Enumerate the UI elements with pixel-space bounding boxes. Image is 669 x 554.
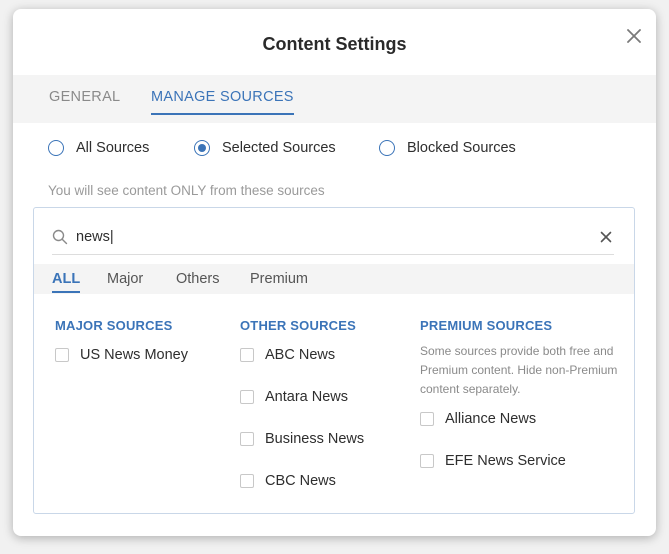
source-item-efe-news-service[interactable]: EFE News Service xyxy=(420,451,620,471)
source-checkbox[interactable] xyxy=(240,432,254,446)
source-item-cbc-news[interactable]: CBC News xyxy=(240,471,364,491)
radio-label: Blocked Sources xyxy=(407,140,516,156)
source-label: US News Money xyxy=(80,347,188,363)
radio-circle xyxy=(379,140,395,156)
tab-manage-sources-label: MANAGE SOURCES xyxy=(151,89,294,105)
source-label: Antara News xyxy=(265,389,349,405)
source-mode-hint: You will see content ONLY from these sou… xyxy=(48,183,325,198)
radio-dot xyxy=(198,144,206,152)
major-sources-heading: MAJOR SOURCES xyxy=(55,318,173,333)
source-label: Business News xyxy=(265,431,365,447)
filter-tab-bar: ALL Major Others Premium xyxy=(34,264,634,294)
sources-panel: ALL Major Others Premium MAJOR SOURCES U… xyxy=(33,207,635,514)
tab-manage-sources[interactable]: MANAGE SOURCES xyxy=(151,89,294,115)
radio-label: All Sources xyxy=(76,140,150,156)
active-filter-indicator xyxy=(52,291,81,293)
major-sources-column: MAJOR SOURCES US News Money xyxy=(55,318,188,387)
settings-tab-bar: GENERAL MANAGE SOURCES xyxy=(13,75,656,123)
source-item-us-news-money[interactable]: US News Money xyxy=(55,345,188,365)
source-checkbox[interactable] xyxy=(420,454,434,468)
other-sources-column: OTHER SOURCES ABC News Antara News Busin… xyxy=(240,318,364,513)
radio-label: Selected Sources xyxy=(222,140,336,156)
source-checkbox[interactable] xyxy=(240,390,254,404)
other-sources-heading: OTHER SOURCES xyxy=(240,318,357,333)
close-button[interactable] xyxy=(624,26,644,46)
source-mode-radio-group: All Sources Selected Sources Blocked Sou… xyxy=(13,140,656,162)
radio-circle xyxy=(48,140,64,156)
source-checkbox[interactable] xyxy=(240,474,254,488)
filter-tab-all[interactable]: ALL xyxy=(52,271,81,293)
source-label: EFE News Service xyxy=(445,453,566,469)
active-tab-indicator xyxy=(151,113,294,115)
filter-tab-major[interactable]: Major xyxy=(107,271,143,287)
source-item-abc-news[interactable]: ABC News xyxy=(240,345,364,365)
search-input[interactable] xyxy=(76,226,576,248)
source-item-antara-news[interactable]: Antara News xyxy=(240,387,364,407)
filter-tab-all-label: ALL xyxy=(52,271,81,287)
premium-sources-description: Some sources provide both free and Premi… xyxy=(420,344,618,396)
radio-selected-sources[interactable]: Selected Sources xyxy=(194,140,336,156)
source-checkbox[interactable] xyxy=(420,412,434,426)
radio-all-sources[interactable]: All Sources xyxy=(48,140,149,156)
premium-sources-column: PREMIUM SOURCES Some sources provide bot… xyxy=(420,318,620,493)
filter-tab-premium[interactable]: Premium xyxy=(250,271,308,287)
content-settings-dialog: Content Settings GENERAL MANAGE SOURCES … xyxy=(13,9,656,536)
close-icon xyxy=(627,29,641,43)
filter-tab-others[interactable]: Others xyxy=(176,271,220,287)
tab-general[interactable]: GENERAL xyxy=(49,89,120,105)
source-item-business-news[interactable]: Business News xyxy=(240,429,364,449)
search-bar xyxy=(52,222,614,255)
search-icon xyxy=(52,229,68,245)
radio-blocked-sources[interactable]: Blocked Sources xyxy=(379,140,516,156)
source-label: ABC News xyxy=(265,347,336,363)
source-label: CBC News xyxy=(265,473,336,489)
source-checkbox[interactable] xyxy=(55,348,69,362)
source-item-alliance-news[interactable]: Alliance News xyxy=(420,409,620,429)
dialog-title: Content Settings xyxy=(262,34,407,54)
premium-sources-heading: PREMIUM SOURCES xyxy=(420,318,553,333)
source-label: Alliance News xyxy=(445,411,537,427)
source-checkbox[interactable] xyxy=(240,348,254,362)
clear-search-icon[interactable] xyxy=(599,230,613,244)
radio-circle-checked xyxy=(194,140,210,156)
